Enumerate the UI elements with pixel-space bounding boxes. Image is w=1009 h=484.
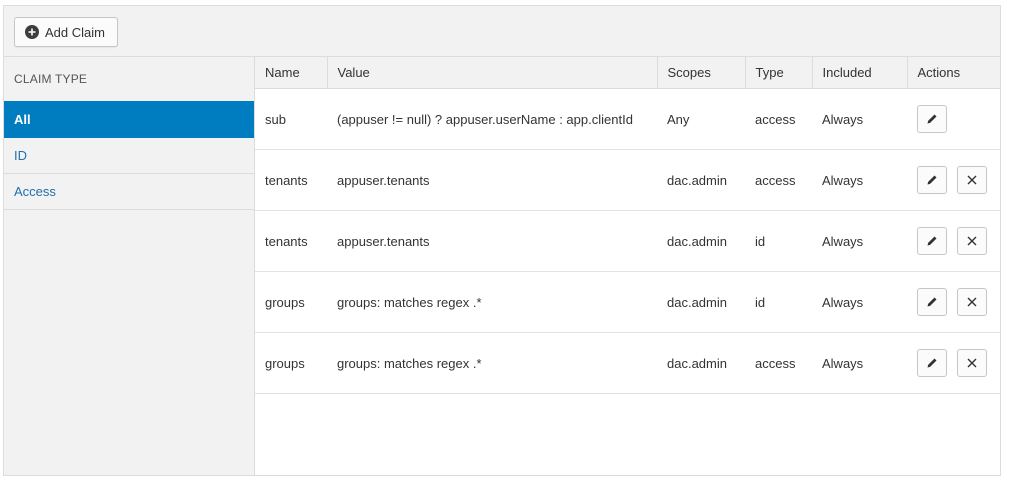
- cell-type: access: [745, 332, 812, 394]
- sidebar-item-access[interactable]: Access: [4, 174, 254, 210]
- edit-button[interactable]: [917, 227, 947, 255]
- claim-type-sidebar: CLAIM TYPE All ID Access: [4, 57, 255, 475]
- add-claim-button[interactable]: Add Claim: [14, 17, 118, 47]
- cell-actions: [907, 88, 1000, 150]
- column-header-type: Type: [745, 57, 813, 89]
- pencil-icon: [926, 113, 938, 125]
- column-header-name: Name: [255, 57, 328, 89]
- cell-actions: [907, 271, 1000, 333]
- cell-included: Always: [812, 332, 907, 394]
- edit-button[interactable]: [917, 166, 947, 194]
- claims-table: Name Value Scopes Type Included Actions …: [255, 57, 1000, 394]
- column-header-scopes: Scopes: [657, 57, 746, 89]
- cell-actions: [907, 332, 1000, 394]
- sidebar-header: CLAIM TYPE: [14, 72, 88, 86]
- cell-included: Always: [812, 88, 907, 150]
- cell-actions: [907, 149, 1000, 211]
- table-row: sub (appuser != null) ? appuser.userName …: [255, 88, 1000, 150]
- cell-scopes: dac.admin: [657, 271, 745, 333]
- cell-value: appuser.tenants: [327, 210, 657, 272]
- table-header-row: Name Value Scopes Type Included Actions: [255, 57, 1000, 89]
- cell-included: Always: [812, 210, 907, 272]
- cell-value: appuser.tenants: [327, 149, 657, 211]
- pencil-icon: [926, 235, 938, 247]
- claims-panel: Add Claim CLAIM TYPE All ID Access Name …: [3, 5, 1001, 476]
- edit-button[interactable]: [917, 349, 947, 377]
- add-claim-label: Add Claim: [45, 24, 105, 40]
- delete-button[interactable]: [957, 349, 987, 377]
- table-row: tenants appuser.tenants dac.admin access Alw…: [255, 149, 1000, 211]
- cell-value: (appuser != null) ? appuser.userName : a…: [327, 88, 657, 150]
- table-row: tenants appuser.tenants dac.admin id Always: [255, 210, 1000, 272]
- cell-value: groups: matches regex .*: [327, 332, 657, 394]
- pencil-icon: [926, 296, 938, 308]
- column-header-value: Value: [327, 57, 658, 89]
- cell-value: groups: matches regex .*: [327, 271, 657, 333]
- delete-button[interactable]: [957, 166, 987, 194]
- toolbar: Add Claim: [4, 6, 1000, 57]
- edit-button[interactable]: [917, 288, 947, 316]
- cell-type: access: [745, 88, 812, 150]
- cell-actions: [907, 210, 1000, 272]
- claims-table-area: Name Value Scopes Type Included Actions …: [255, 57, 1000, 475]
- cell-name: groups: [255, 332, 327, 394]
- column-header-included: Included: [812, 57, 908, 89]
- plus-circle-icon: [25, 25, 39, 39]
- cell-included: Always: [812, 271, 907, 333]
- cell-included: Always: [812, 149, 907, 211]
- cell-type: id: [745, 210, 812, 272]
- cell-scopes: Any: [657, 88, 745, 150]
- edit-button[interactable]: [917, 105, 947, 133]
- pencil-icon: [926, 357, 938, 369]
- close-icon: [966, 174, 978, 186]
- sidebar-item-id[interactable]: ID: [4, 138, 254, 174]
- cell-name: tenants: [255, 149, 327, 211]
- pencil-icon: [926, 174, 938, 186]
- close-icon: [966, 357, 978, 369]
- table-row: groups groups: matches regex .* dac.admin i…: [255, 271, 1000, 333]
- cell-name: tenants: [255, 210, 327, 272]
- table-row: groups groups: matches regex .* dac.admin a…: [255, 332, 1000, 394]
- sidebar-item-all[interactable]: All: [4, 101, 254, 138]
- cell-name: groups: [255, 271, 327, 333]
- delete-button[interactable]: [957, 288, 987, 316]
- close-icon: [966, 235, 978, 247]
- cell-scopes: dac.admin: [657, 149, 745, 211]
- cell-scopes: dac.admin: [657, 332, 745, 394]
- column-header-actions: Actions: [907, 57, 1000, 89]
- cell-name: sub: [255, 88, 327, 150]
- cell-scopes: dac.admin: [657, 210, 745, 272]
- close-icon: [966, 296, 978, 308]
- cell-type: access: [745, 149, 812, 211]
- delete-button[interactable]: [957, 227, 987, 255]
- cell-type: id: [745, 271, 812, 333]
